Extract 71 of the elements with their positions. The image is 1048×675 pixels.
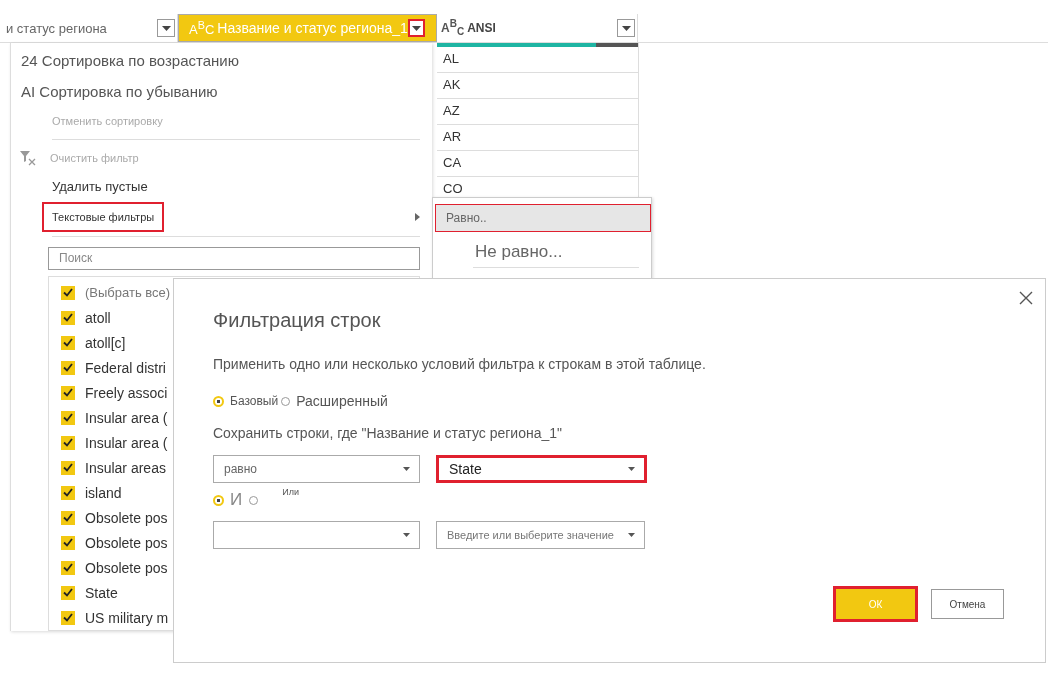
dropdown-button[interactable] — [617, 19, 635, 37]
radio-button[interactable] — [213, 494, 224, 506]
operator-dropdown[interactable]: равно — [213, 455, 420, 483]
caret-icon — [628, 467, 635, 471]
checkbox[interactable] — [61, 310, 75, 325]
value-dropdown[interactable]: Введите или выберите значение — [436, 521, 645, 549]
checkbox-label: Insular area ( — [85, 409, 168, 426]
menu-item[interactable]: 24 Сортировка по возрастанию — [21, 45, 420, 76]
checkbox-label: Obsolete pos — [85, 559, 168, 576]
checkbox-label: State — [85, 584, 118, 601]
checkbox[interactable] — [61, 435, 75, 450]
value-dropdown[interactable]: State — [436, 455, 647, 483]
checkbox-label: Obsolete pos — [85, 509, 168, 526]
checkbox[interactable] — [61, 560, 75, 575]
dropdown-button[interactable] — [407, 19, 425, 37]
radio-label: Базовый — [230, 394, 279, 408]
caret-icon — [621, 25, 631, 31]
checkbox-label: (Выбрать все) — [85, 285, 171, 300]
checkbox[interactable] — [61, 510, 75, 525]
checkbox-label: island — [85, 484, 122, 501]
dialog-description: Применить одно или несколько условий фильтра к строкам в этой таблице. — [213, 356, 707, 372]
search-field[interactable]: Поиск — [48, 246, 420, 270]
menu-item[interactable]: Равно.. — [435, 204, 651, 232]
column-title: ANSI — [467, 21, 497, 35]
checkbox[interactable] — [61, 335, 75, 350]
text-type-icon: A$^{B}$C — [189, 18, 215, 38]
checkbox[interactable] — [61, 360, 75, 375]
checkbox[interactable] — [61, 410, 75, 425]
radio-label: Расширенный — [296, 393, 388, 409]
menu-item[interactable]: AI Сортировка по убыванию — [21, 76, 420, 107]
close-button[interactable] — [1017, 289, 1035, 307]
table-cell: AL — [437, 47, 638, 73]
caret-icon — [411, 25, 421, 31]
condition-caption: Сохранить строки, где "Название и статус региона_1" — [213, 425, 563, 441]
menu-item[interactable]: Не равно... — [435, 236, 651, 263]
column-title: Название и статус региона_1 — [217, 20, 408, 36]
checkbox[interactable] — [61, 460, 75, 475]
checkbox[interactable] — [61, 485, 75, 500]
checkbox[interactable] — [61, 285, 75, 300]
chevron-right-icon — [415, 212, 420, 221]
caret-icon — [403, 533, 410, 537]
checkbox[interactable] — [61, 585, 75, 600]
checkbox-label: Insular areas — [85, 459, 166, 476]
table-cell: AR — [437, 125, 638, 151]
clear-filter-icon — [19, 149, 37, 166]
close-icon — [1019, 291, 1033, 305]
checkbox[interactable] — [61, 535, 75, 550]
checkbox-label: Federal distri — [85, 359, 166, 376]
caret-icon — [628, 533, 635, 537]
checkbox-label: atoll — [85, 309, 111, 326]
menu-item[interactable]: Текстовые фильтры — [42, 201, 165, 232]
column-title: и статус региона — [6, 20, 108, 36]
checkbox-label: Insular area ( — [85, 434, 168, 451]
checkbox-label: Freely associ — [85, 384, 168, 401]
checkbox-label: atoll[c] — [85, 334, 126, 351]
cancel-button[interactable]: Отмена — [931, 589, 1004, 619]
radio-button[interactable] — [213, 395, 224, 407]
caret-icon — [403, 467, 410, 471]
checkbox[interactable] — [61, 385, 75, 400]
checkbox[interactable] — [61, 610, 75, 625]
table-cell: CA — [437, 151, 638, 177]
menu-item[interactable]: Удалить пустые — [21, 171, 420, 202]
dropdown-button[interactable] — [157, 19, 175, 37]
checkbox-label: Obsolete pos — [85, 534, 168, 551]
table-cell: AK — [437, 73, 638, 99]
radio-label: И — [230, 490, 243, 510]
table-cell: AZ — [437, 99, 638, 125]
checkbox-label: US military m — [85, 609, 169, 626]
caret-icon — [161, 25, 171, 31]
radio-label: Или — [282, 487, 299, 497]
dialog-title: Фильтрация строк — [213, 309, 382, 332]
